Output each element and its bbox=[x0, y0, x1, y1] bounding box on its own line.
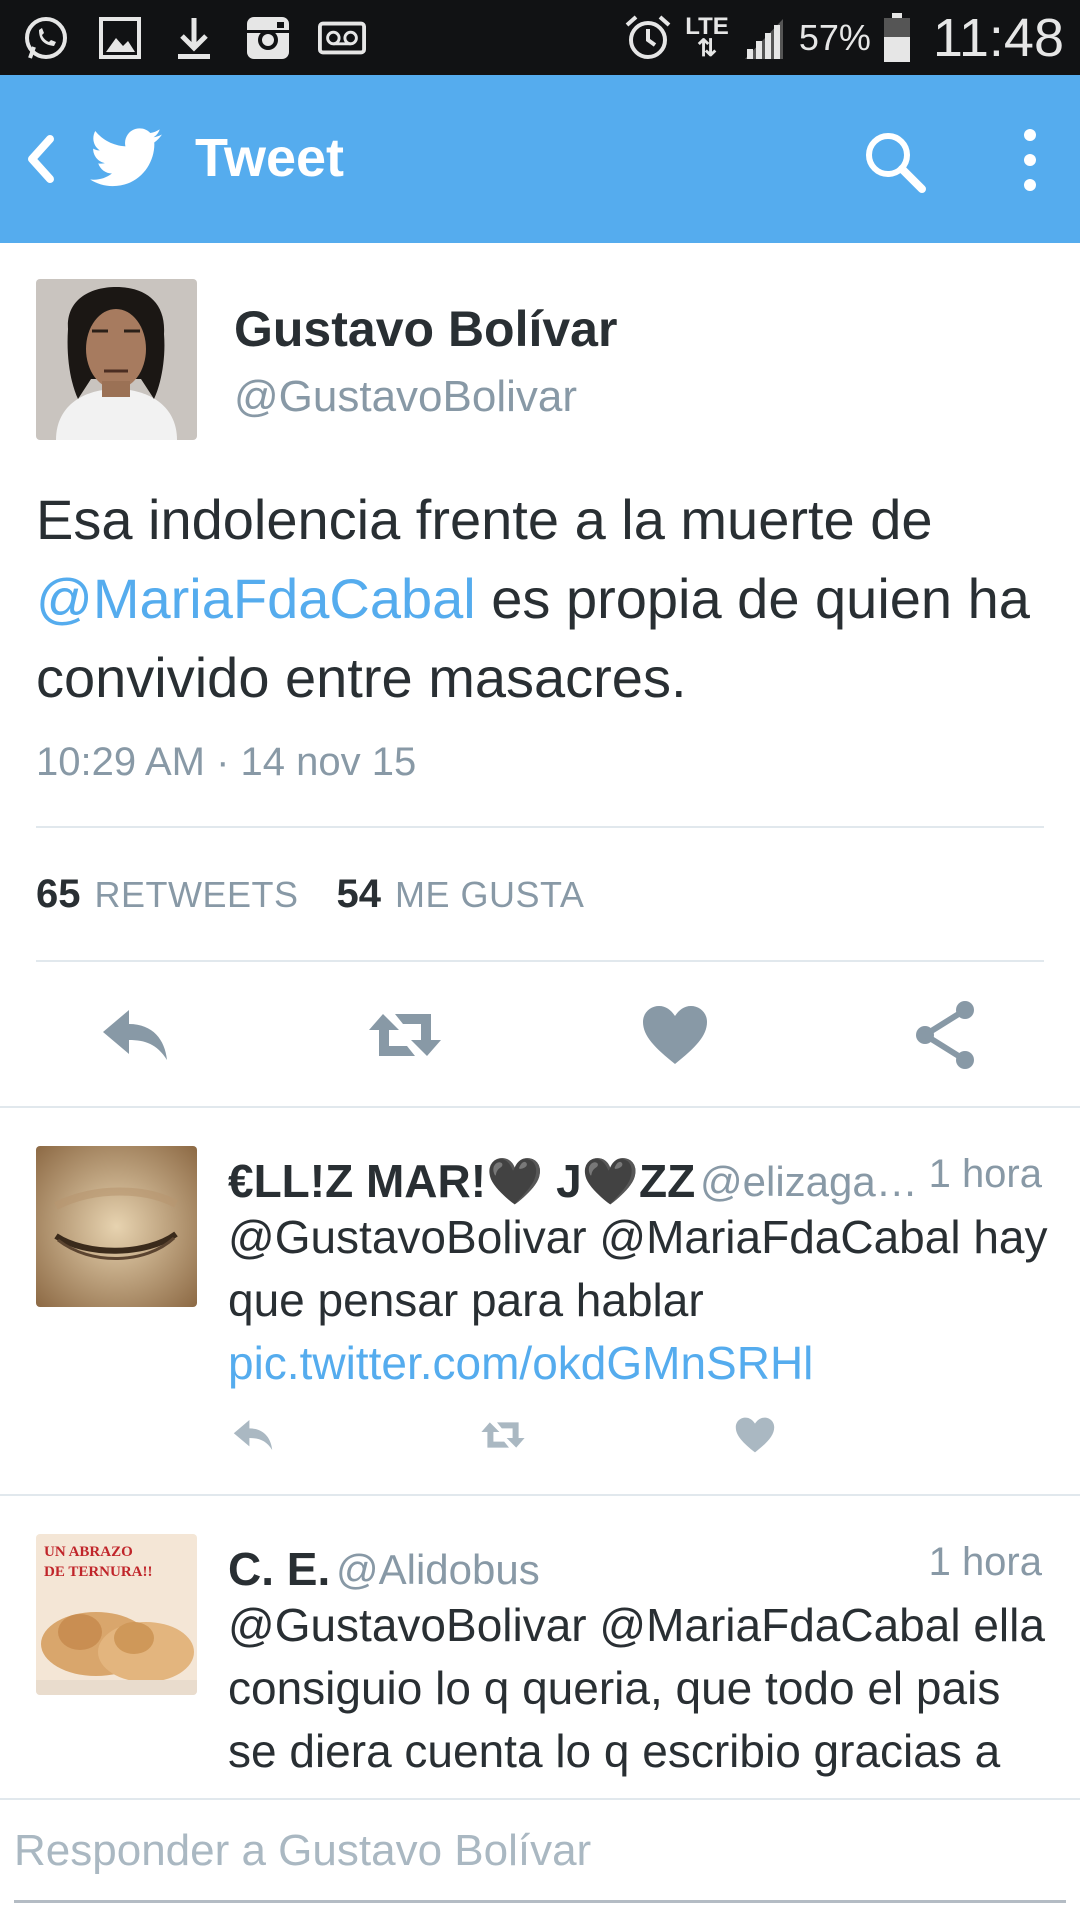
author-name[interactable]: Gustavo Bolívar bbox=[234, 300, 617, 358]
reply-time: 1 hora bbox=[928, 1540, 1042, 1584]
page-title: Tweet bbox=[195, 128, 345, 188]
whatsapp-icon bbox=[22, 8, 70, 68]
retweets-count[interactable]: 65 bbox=[36, 872, 81, 917]
retweets-label[interactable]: RETWEETS bbox=[95, 874, 299, 916]
section-divider bbox=[0, 1494, 1080, 1496]
share-icon[interactable] bbox=[905, 1000, 985, 1070]
download-icon bbox=[170, 8, 218, 68]
reply-text: @GustavoBolivar @MariaFdaCabal hay que p… bbox=[228, 1206, 1048, 1395]
reply-author-name[interactable]: €LL!Z MAR!🖤 J🖤ZZ bbox=[228, 1154, 695, 1209]
author-avatar[interactable] bbox=[36, 279, 197, 440]
author-handle[interactable]: @GustavoBolivar bbox=[234, 372, 577, 422]
reply-author-handle[interactable]: @elizagal... bbox=[700, 1158, 920, 1206]
reply-media-link[interactable]: pic.twitter.com/okdGMnSRHl bbox=[228, 1337, 813, 1389]
more-options-icon[interactable] bbox=[1010, 125, 1050, 195]
reply-icon[interactable] bbox=[228, 1414, 278, 1456]
reply-avatar[interactable] bbox=[36, 1146, 197, 1307]
battery-percent: 57% bbox=[798, 16, 871, 58]
like-icon[interactable] bbox=[635, 1000, 715, 1070]
reply-item[interactable]: UN ABRAZO DE TERNURA!! C. E. @Alidobus 1… bbox=[0, 1534, 1080, 1794]
notification-icons bbox=[22, 8, 366, 68]
tweet-text: Esa indolencia frente a la muerte de @Ma… bbox=[36, 480, 1046, 717]
divider bbox=[36, 960, 1044, 962]
network-indicator: LTE ⇅ bbox=[685, 12, 729, 62]
section-divider bbox=[0, 1106, 1080, 1108]
avatar-caption-line1: UN ABRAZO bbox=[44, 1544, 133, 1560]
search-icon[interactable] bbox=[860, 127, 930, 197]
system-icons: LTE ⇅ 57% 11:48 bbox=[623, 0, 1064, 75]
like-icon[interactable] bbox=[730, 1414, 780, 1456]
back-icon[interactable] bbox=[18, 131, 68, 187]
likes-count[interactable]: 54 bbox=[337, 872, 382, 917]
retweet-icon[interactable] bbox=[478, 1414, 528, 1456]
status-bar: LTE ⇅ 57% 11:48 bbox=[0, 0, 1080, 75]
reply-text-body: @GustavoBolivar @MariaFdaCabal hay que p… bbox=[228, 1211, 1048, 1326]
app-bar: Tweet bbox=[0, 75, 1080, 243]
reply-avatar[interactable]: UN ABRAZO DE TERNURA!! bbox=[36, 1534, 197, 1695]
battery-icon bbox=[883, 12, 911, 63]
clock: 11:48 bbox=[932, 7, 1064, 68]
avatar-caption-line2: DE TERNURA!! bbox=[44, 1564, 152, 1580]
instagram-icon bbox=[244, 8, 292, 68]
divider bbox=[36, 826, 1044, 828]
tweet-text-start: Esa indolencia frente a la muerte de bbox=[36, 488, 933, 551]
signal-icon bbox=[741, 15, 787, 61]
reply-time: 1 hora bbox=[928, 1152, 1042, 1196]
gallery-icon bbox=[96, 8, 144, 68]
alarm-icon bbox=[623, 13, 673, 63]
reply-input[interactable] bbox=[14, 1822, 1064, 1880]
mention-link[interactable]: @MariaFdaCabal bbox=[36, 567, 476, 630]
reply-text: @GustavoBolivar @MariaFdaCabal ella cons… bbox=[228, 1599, 1045, 1794]
tweet-timestamp: 10:29 AM · 14 nov 15 bbox=[36, 740, 417, 784]
reply-item[interactable]: €LL!Z MAR!🖤 J🖤ZZ @elizagal... 1 hora @Gu… bbox=[0, 1146, 1080, 1490]
retweet-icon[interactable] bbox=[365, 1000, 445, 1070]
reply-author-handle[interactable]: @Alidobus bbox=[336, 1546, 540, 1594]
tweet-stats: 65 RETWEETS 54 ME GUSTA bbox=[36, 872, 622, 917]
twitter-bird-icon bbox=[90, 127, 164, 191]
reply-author-name[interactable]: C. E. bbox=[228, 1542, 330, 1596]
input-underline bbox=[14, 1900, 1066, 1903]
reply-icon[interactable] bbox=[95, 1000, 175, 1070]
reply-composer bbox=[0, 1798, 1080, 1922]
voicemail-icon bbox=[318, 8, 366, 68]
likes-label[interactable]: ME GUSTA bbox=[395, 874, 584, 916]
